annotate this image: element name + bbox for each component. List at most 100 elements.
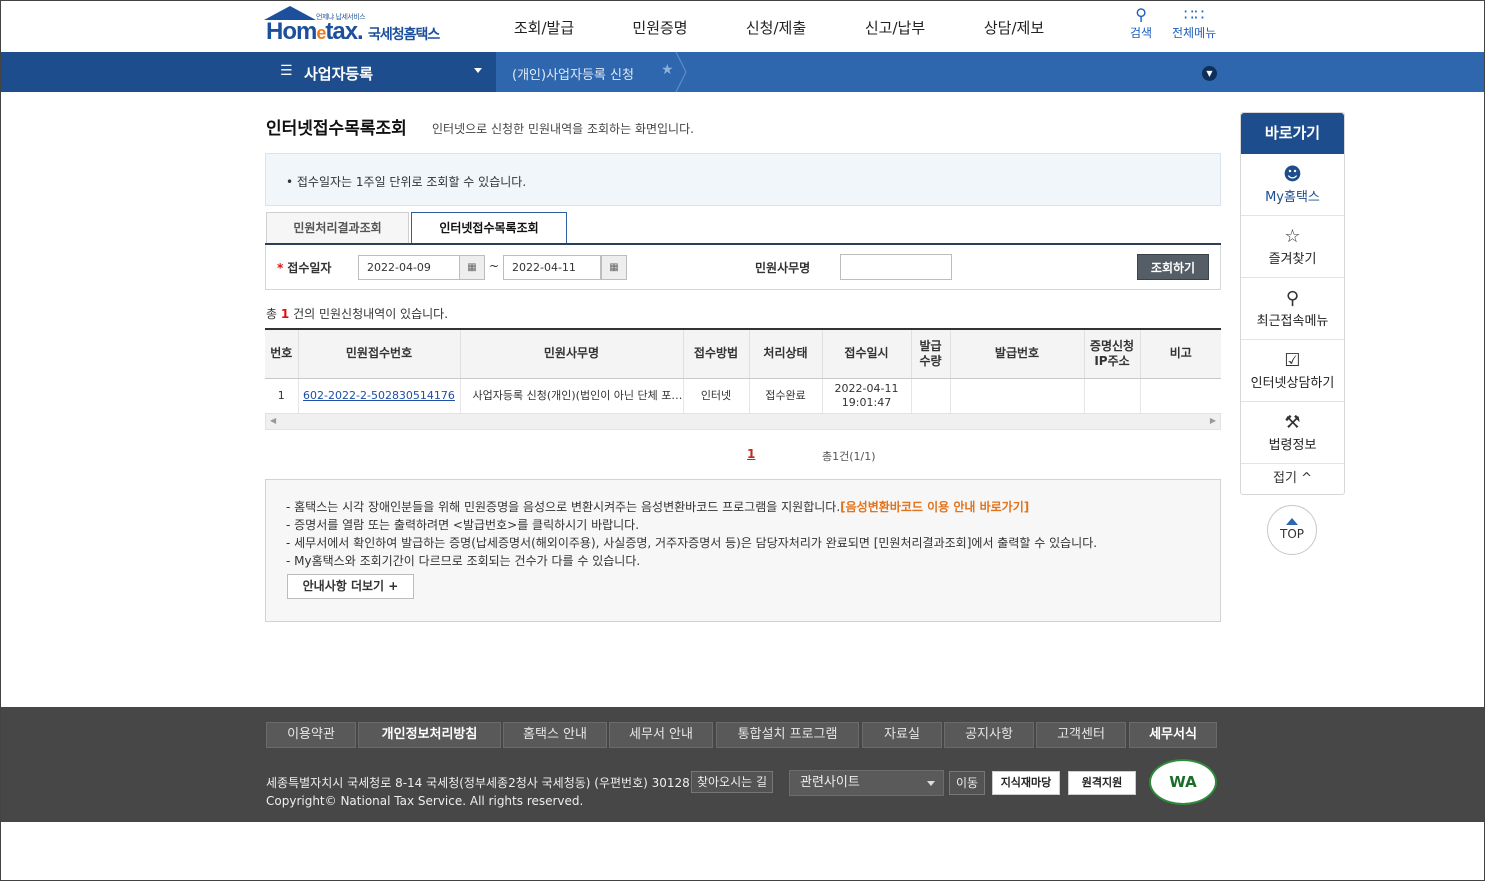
office-name-input[interactable] <box>840 254 952 280</box>
guide-box: - 홈택스는 시각 장애인분들을 위해 민원증명을 음성으로 변환시켜주는 음성… <box>265 479 1221 622</box>
tab-processing-result[interactable]: 민원처리결과조회 <box>266 212 409 245</box>
col-header: 발급번호 <box>950 328 1085 379</box>
calendar-icon[interactable]: ▦ <box>601 255 627 280</box>
table-row: 1 602-2022-2-502830514176 사업자등록 신청(개인)(법… <box>265 378 1221 414</box>
quick-fold-button[interactable]: 접기 ^ <box>1241 464 1344 494</box>
gavel-icon: ⚒ <box>1284 412 1301 433</box>
top-button[interactable]: TOP <box>1267 505 1317 555</box>
go-button[interactable]: 이동 <box>949 771 985 795</box>
cell-note <box>1140 378 1221 414</box>
col-header: 민원사무명 <box>460 328 684 379</box>
web-accessibility-mark: WA <box>1149 759 1217 805</box>
scroll-right-icon[interactable]: ▶ <box>1210 416 1216 425</box>
footer-link-terms[interactable]: 이용약관 <box>266 722 356 748</box>
guide-more-button[interactable]: 안내사항 더보기 + <box>287 574 414 599</box>
header: 언제냐 납세서비스 Hometax. 국세청홈택스 조회/발급 민원증명 신청/… <box>0 0 1485 52</box>
quick-item-my-hometax[interactable]: ☻ My홈택스 <box>1241 154 1344 216</box>
page-description: 인터넷으로 신청한 민원내역을 조회하는 화면입니다. <box>432 122 694 136</box>
col-header: 처리상태 <box>749 328 823 379</box>
guide-line: - My홈택스와 조회기간이 다르므로 조회되는 건수가 다를 수 있습니다. <box>286 554 641 568</box>
quick-item-internet-consult[interactable]: ☑ 인터넷상담하기 <box>1241 340 1344 402</box>
table-header-row: 번호 민원접수번호 민원사무명 접수방법 처리상태 접수일시 발급 수량 발급번… <box>265 328 1221 379</box>
recent-search-icon: ⚲ <box>1285 288 1300 309</box>
footer-link-install[interactable]: 통합설치 프로그램 <box>716 722 859 748</box>
section-menu-dropdown[interactable]: ☰ 사업자등록 <box>266 52 496 92</box>
cell-method: 인터넷 <box>683 378 750 414</box>
gnb-item-consult[interactable]: 상담/제보 <box>950 0 1078 52</box>
logo-korean: 국세청홈택스 <box>368 27 440 43</box>
receipt-table: 번호 민원접수번호 민원사무명 접수방법 처리상태 접수일시 발급 수량 발급번… <box>265 328 1221 414</box>
col-header: 발급 수량 <box>911 328 951 379</box>
date-to-input[interactable]: 2022-04-11 <box>503 255 601 280</box>
hometax-logo[interactable]: 언제냐 납세서비스 Hometax. 국세청홈택스 <box>264 6 456 48</box>
monitor-check-icon: ☑ <box>1284 350 1301 371</box>
col-header: 접수방법 <box>683 328 750 379</box>
table-horizontal-scrollbar[interactable]: ◀ ▶ <box>265 413 1221 430</box>
chevron-down-icon <box>927 781 935 786</box>
footer-link-notice[interactable]: 공지사항 <box>944 722 1034 748</box>
quick-menu-title: 바로가기 <box>1241 113 1344 154</box>
quick-item-favorites[interactable]: ☆ 즐겨찾기 <box>1241 216 1344 278</box>
quick-item-law-info[interactable]: ⚒ 법령정보 <box>1241 402 1344 464</box>
footer-link-customer-center[interactable]: 고객센터 <box>1036 722 1126 748</box>
footer-link-tax-forms[interactable]: 세무서식 <box>1129 722 1217 748</box>
quick-item-recent-menu[interactable]: ⚲ 최근접속메뉴 <box>1241 278 1344 340</box>
remote-support-button[interactable]: 원격지원 <box>1068 771 1136 795</box>
quick-menu: 바로가기 ☻ My홈택스 ☆ 즐겨찾기 ⚲ 최근접속메뉴 ☑ 인터넷상담하기 ⚒… <box>1240 112 1345 495</box>
gnb-item-inquiry[interactable]: 조회/발급 <box>480 0 608 52</box>
gnb-item-report[interactable]: 신고/납부 <box>840 0 950 52</box>
cell-office: 사업자등록 신청(개인)(법인이 아닌 단체 포함) <box>460 378 684 414</box>
pager-total: 총1건(1/1) <box>822 450 876 463</box>
search-button[interactable]: 조회하기 <box>1137 254 1209 280</box>
breadcrumb-separator-2 <box>675 52 687 92</box>
result-count: 총 1 건의 민원신청내역이 있습니다. <box>266 307 449 321</box>
footer-link-hometax-guide[interactable]: 홈택스 안내 <box>503 722 607 748</box>
search-form: * 접수일자 2022-04-09 ▦ ~ 2022-04-11 ▦ 민원사무명 … <box>265 245 1221 290</box>
calendar-icon[interactable]: ▦ <box>459 255 485 280</box>
footer: 이용약관 개인정보처리방침 홈택스 안내 세무서 안내 통합설치 프로그램 자료… <box>0 707 1485 822</box>
header-allmenu[interactable]: ∷∷ 전체메뉴 <box>1172 6 1216 41</box>
expand-chevron-icon[interactable]: ▼ <box>1202 66 1217 81</box>
office-name-label: 민원사무명 <box>755 261 811 275</box>
star-icon: ☆ <box>1284 226 1301 247</box>
notice-text: • 접수일자는 1주일 단위로 조회할 수 있습니다. <box>286 175 527 189</box>
footer-copyright: Copyright© National Tax Service. All rig… <box>266 794 584 808</box>
gnb-item-certificate[interactable]: 민원증명 <box>608 0 712 52</box>
cell-no: 1 <box>265 378 299 414</box>
guide-line: - 증명서를 열람 또는 출력하려면 <발급번호>를 클릭하시기 바랍니다. <box>286 518 640 532</box>
page-title: 인터넷접수목록조회 <box>266 119 407 139</box>
col-header: 민원접수번호 <box>298 328 461 379</box>
arrow-up-icon <box>1286 518 1298 525</box>
footer-link-office-guide[interactable]: 세무서 안내 <box>609 722 713 748</box>
footer-link-archive[interactable]: 자료실 <box>862 722 942 748</box>
related-site-select[interactable]: 관련사이트 <box>789 770 944 796</box>
cell-datetime: 2022-04-11 19:01:47 <box>822 378 912 414</box>
scroll-left-icon[interactable]: ◀ <box>270 416 276 425</box>
date-from-input[interactable]: 2022-04-09 <box>358 255 460 280</box>
gnb-item-apply[interactable]: 신청/제출 <box>712 0 840 52</box>
cell-ip <box>1084 378 1141 414</box>
user-icon: ☻ <box>1283 164 1302 185</box>
header-search[interactable]: ⚲ 검색 <box>1130 6 1152 41</box>
footer-link-privacy[interactable]: 개인정보처리방침 <box>358 722 501 748</box>
date-label: * 접수일자 <box>277 261 332 275</box>
guide-line: - 홈택스는 시각 장애인분들을 위해 민원증명을 음성으로 변환시켜주는 음성… <box>286 500 1030 514</box>
voice-barcode-link[interactable]: [음성변환바코드 이용 안내 바로가기] <box>840 500 1029 514</box>
directions-button[interactable]: 찾아오시는 길 <box>691 771 773 793</box>
tab-internet-receipt-list[interactable]: 인터넷접수목록조회 <box>411 212 567 244</box>
col-header: 접수일시 <box>822 328 912 379</box>
chevron-down-icon <box>474 68 482 73</box>
receipt-number-link[interactable]: 602-2022-2-502830514176 <box>298 378 461 414</box>
cell-issue-no[interactable] <box>950 378 1085 414</box>
footer-address: 세종특별자치시 국세청로 8-14 국세청(정부세종2청사 국세청동) (우편번… <box>266 776 690 790</box>
col-header: 비고 <box>1140 328 1221 379</box>
section-title: 사업자등록 <box>304 65 374 83</box>
pager-page-1[interactable]: 1 <box>747 447 755 461</box>
col-header: 증명신청 IP주소 <box>1084 328 1141 379</box>
badge-knowledge[interactable]: 지식재마당 <box>992 771 1060 795</box>
favorite-star-icon[interactable]: ★ <box>661 62 674 78</box>
global-nav: 조회/발급 민원증명 신청/제출 신고/납부 상담/제보 <box>480 0 1078 52</box>
grid-icon: ∷∷ <box>1183 5 1205 24</box>
breadcrumb-current[interactable]: (개인)사업자등록 신청 <box>512 64 634 83</box>
search-icon: ⚲ <box>1135 5 1147 24</box>
